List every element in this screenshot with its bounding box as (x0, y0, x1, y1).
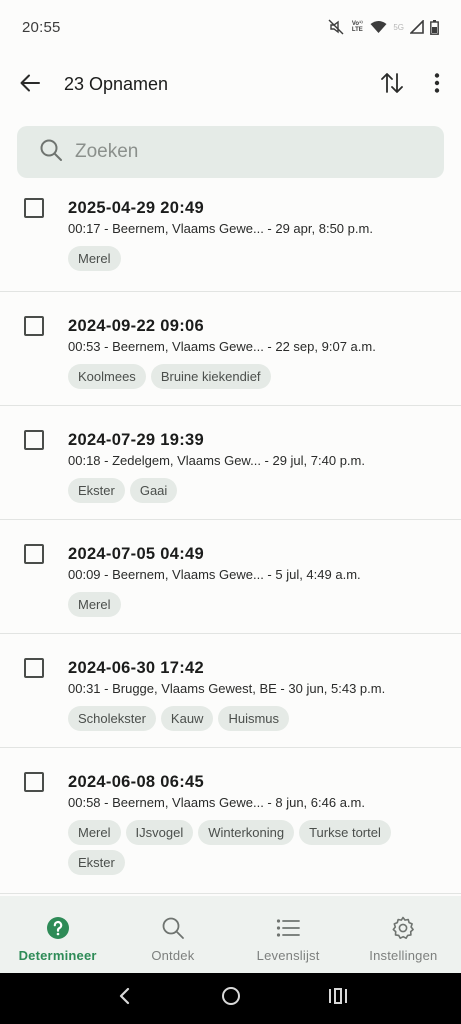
recording-subtitle: 00:09 - Beernem, Vlaams Gewe... - 5 jul,… (68, 567, 361, 582)
recording-subtitle: 00:18 - Zedelgem, Vlaams Gew... - 29 jul… (68, 453, 365, 468)
species-tag[interactable]: Scholekster (68, 706, 156, 731)
nav-label: Ontdek (151, 948, 195, 963)
species-tag[interactable]: Merel (68, 820, 121, 845)
search-input[interactable] (75, 141, 395, 163)
system-navigation-bar (0, 973, 461, 1024)
tag-list: Merel (68, 592, 449, 617)
tag-list: Merel (68, 246, 449, 271)
nav-label: Instellingen (369, 948, 438, 963)
species-tag[interactable]: Koolmees (68, 364, 146, 389)
species-tag[interactable]: Kauw (160, 706, 214, 731)
nav-ontdek[interactable]: Ontdek (115, 896, 230, 973)
wifi-icon (370, 20, 387, 34)
recents-icon (328, 987, 348, 1010)
volte-icon: Vo¹⁾ LTE (351, 21, 363, 33)
recording-title: 2024-06-30 17:42 (68, 659, 204, 677)
recording-title: 2024-07-29 19:39 (68, 431, 204, 449)
battery-icon (430, 19, 439, 35)
list-icon (276, 916, 301, 940)
row-checkbox[interactable] (24, 316, 44, 336)
recording-title: 2024-09-22 09:06 (68, 317, 204, 335)
species-tag[interactable]: Ekster (68, 478, 125, 503)
tag-list: Ekster Gaai (68, 478, 449, 503)
status-time: 20:55 (22, 18, 61, 36)
list-item[interactable]: 2024-09-22 09:06 00:53 - Beernem, Vlaams… (0, 292, 461, 406)
tag-list: Koolmees Bruine kiekendief (68, 364, 449, 389)
recording-title: 2025-04-29 20:49 (68, 199, 204, 217)
species-tag[interactable]: Gaai (129, 478, 178, 503)
recording-subtitle: 00:31 - Brugge, Vlaams Gewest, BE - 30 j… (68, 681, 386, 696)
help-circle-icon (46, 916, 70, 940)
arrow-left-icon (20, 74, 40, 97)
recordings-list[interactable]: 2025-04-29 20:49 00:17 - Beernem, Vlaams… (0, 188, 461, 896)
bottom-navigation: Determineer Ontdek Levenslijst Instellin… (0, 896, 461, 973)
tag-list: Scholekster Kauw Huismus (68, 706, 449, 731)
list-item[interactable]: 2024-06-30 17:42 00:31 - Brugge, Vlaams … (0, 634, 461, 748)
recording-subtitle: 00:53 - Beernem, Vlaams Gewe... - 22 sep… (68, 339, 376, 354)
sort-arrows-icon (380, 72, 404, 99)
species-tag[interactable]: Merel (68, 592, 121, 617)
nav-label: Determineer (18, 948, 97, 963)
more-options-button[interactable] (421, 69, 453, 101)
nav-determineer[interactable]: Determineer (0, 896, 115, 973)
tag-list: Merel IJsvogel Winterkoning Turkse torte… (68, 820, 449, 875)
search-bar[interactable] (17, 126, 444, 178)
page-title: 23 Opnamen (64, 74, 169, 94)
nav-label: Levenslijst (256, 948, 320, 963)
list-item[interactable]: 2024-07-05 04:49 00:09 - Beernem, Vlaams… (0, 520, 461, 634)
nav-levenslijst[interactable]: Levenslijst (231, 896, 346, 973)
sort-button[interactable] (376, 69, 408, 101)
search-icon (161, 916, 185, 940)
row-checkbox[interactable] (24, 772, 44, 792)
recording-subtitle: 00:58 - Beernem, Vlaams Gewe... - 8 jun,… (68, 795, 365, 810)
species-tag[interactable]: Merel (68, 246, 121, 271)
system-recents-button[interactable] (318, 979, 358, 1019)
system-home-button[interactable] (211, 979, 251, 1019)
species-tag[interactable]: Turkse tortel (299, 820, 391, 845)
status-bar: 20:55 Vo¹⁾ LTE 5G (0, 0, 461, 54)
list-item[interactable]: 2024-07-29 19:39 00:18 - Zedelgem, Vlaam… (0, 406, 461, 520)
back-button[interactable] (14, 69, 46, 101)
species-tag[interactable]: IJsvogel (125, 820, 194, 845)
row-checkbox[interactable] (24, 544, 44, 564)
row-checkbox[interactable] (24, 198, 44, 218)
list-item[interactable]: 2024-06-08 06:45 00:58 - Beernem, Vlaams… (0, 748, 461, 894)
more-vertical-icon (434, 72, 440, 98)
gear-icon (391, 916, 415, 940)
row-checkbox[interactable] (24, 658, 44, 678)
home-circle-icon (221, 986, 241, 1011)
species-tag[interactable]: Winterkoning (198, 820, 295, 845)
species-tag[interactable]: Bruine kiekendief (150, 364, 271, 389)
species-tag[interactable]: Huismus (218, 706, 290, 731)
species-tag[interactable]: Ekster (68, 850, 125, 875)
search-icon (39, 138, 63, 167)
network-label: 5G (393, 22, 404, 32)
recording-title: 2024-06-08 06:45 (68, 773, 204, 791)
signal-icon (410, 20, 424, 34)
nav-instellingen[interactable]: Instellingen (346, 896, 461, 973)
status-icons: Vo¹⁾ LTE 5G (328, 19, 439, 35)
recording-subtitle: 00:17 - Beernem, Vlaams Gewe... - 29 apr… (68, 221, 373, 236)
chevron-left-icon (118, 987, 130, 1010)
list-item[interactable]: 2025-04-29 20:49 00:17 - Beernem, Vlaams… (0, 188, 461, 292)
app-bar: 23 Opnamen (0, 58, 461, 112)
row-checkbox[interactable] (24, 430, 44, 450)
recording-title: 2024-07-05 04:49 (68, 545, 204, 563)
mute-icon (328, 19, 344, 35)
system-back-button[interactable] (104, 979, 144, 1019)
